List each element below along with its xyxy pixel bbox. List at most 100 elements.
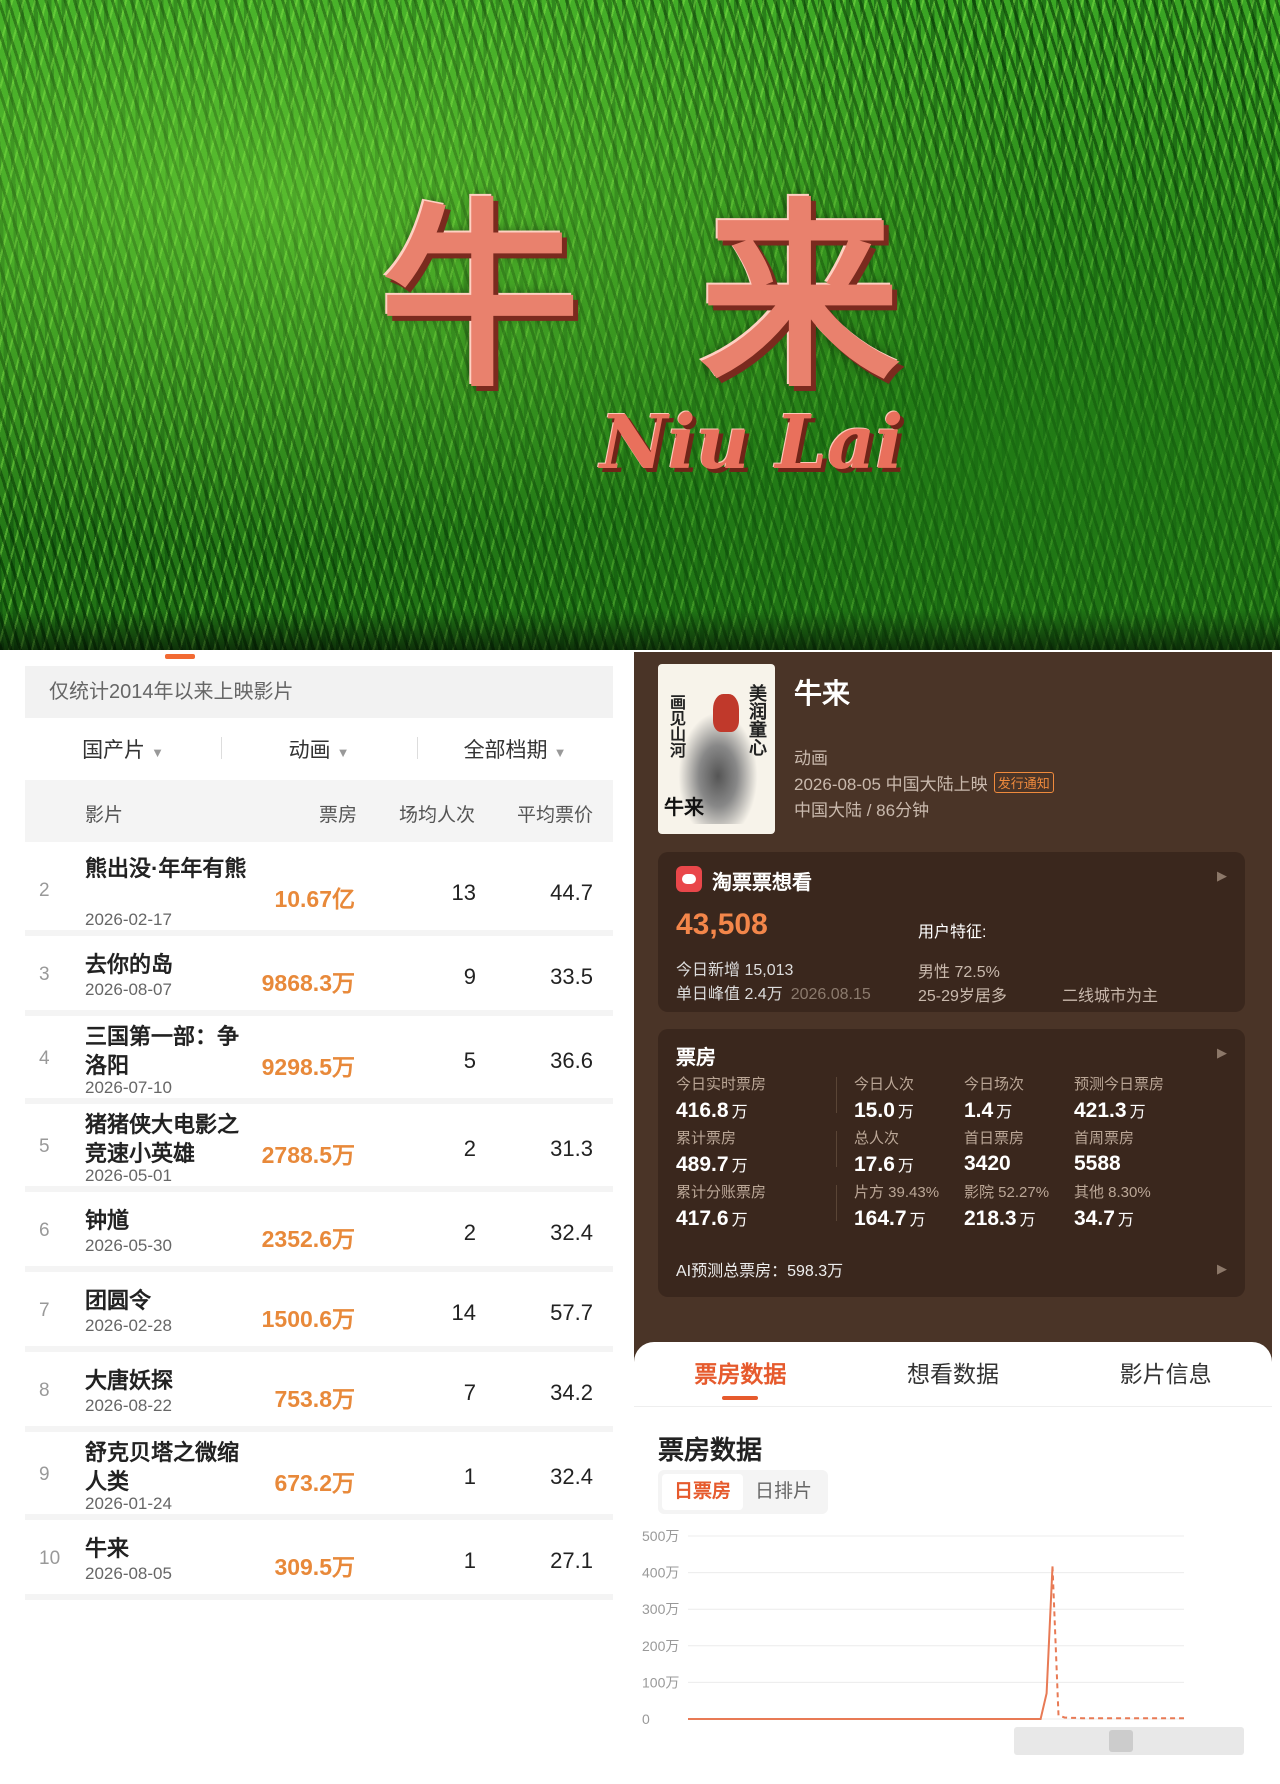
dropdown-arrow-icon: ▼ [553, 745, 567, 760]
row-film-name: 大唐妖探 [85, 1368, 174, 1393]
stat-number: 15.0 [854, 1099, 895, 1122]
user-age: 25-29岁居多 [918, 988, 1007, 1005]
table-row[interactable]: 7 团圆令 2026-02-28 1500.6万 14 57.7 [25, 1272, 613, 1352]
stat-unit: 万 [1117, 1212, 1134, 1229]
segment-control: 日票房 日排片 [658, 1470, 829, 1514]
table-row[interactable]: 10 牛来 2026-08-05 309.5万 1 27.1 [25, 1520, 613, 1600]
row-box-office: 753.8万 [274, 1386, 355, 1412]
row-film-name: 牛来 [85, 1536, 130, 1561]
movie-banner: 牛来 Niu Lai [0, 0, 1280, 650]
row-avg-per-show: 9 [463, 964, 476, 989]
stat-number: 3420 [964, 1152, 1011, 1175]
row-avg-per-show: 2 [463, 1220, 476, 1245]
want-peak: 单日峰值 2.4万 2026.08.15 [676, 980, 871, 1004]
row-avg-per-show: 14 [451, 1300, 476, 1325]
stat-number: 34.7 [1074, 1207, 1115, 1230]
box-office-stat: 首周票房 5588 [1074, 1127, 1134, 1176]
filter-season[interactable]: 全部档期 ▼ [417, 734, 613, 764]
row-rank: 3 [39, 964, 50, 985]
filter-genre-label: 动画 [288, 739, 331, 762]
user-gender: 男性 72.5% [918, 964, 1000, 981]
ai-prediction: AI预测总票房：598.3万 [676, 1263, 844, 1280]
table-row[interactable]: 5 猪猪侠大电影之竞速小英雄 2026-05-01 2788.5万 2 31.3 [25, 1104, 613, 1192]
chart-scrollbar[interactable] [1014, 1727, 1244, 1755]
box-office-card[interactable]: 票房 ▶ 今日实时票房 416.8 万今日人次 15.0 万今日场次 1.4 万预测今日票房… [658, 1029, 1245, 1297]
movie-genre: 动画 [794, 749, 828, 768]
stat-label: 累计票房 [676, 1130, 737, 1147]
row-avg-price: 44.7 [550, 880, 593, 905]
forecast-line [1051, 1566, 1184, 1720]
table-row[interactable]: 6 钟馗 2026-05-30 2352.6万 2 32.4 [25, 1192, 613, 1272]
row-avg-per-show: 2 [463, 1136, 476, 1161]
scrollbar-grip[interactable] [1109, 1730, 1133, 1752]
row-film-name: 去你的岛 [85, 952, 174, 977]
row-avg-price: 32.4 [550, 1220, 593, 1245]
row-release-date: 2026-08-05 [85, 1564, 172, 1583]
row-box-office: 9868.3万 [261, 970, 355, 996]
filter-region-label: 国产片 [82, 739, 146, 762]
poster-title: 牛来 [664, 795, 704, 819]
stat-value: 5588 [1074, 1152, 1134, 1176]
box-office-stat: 今日人次 15.0 万 [854, 1073, 914, 1123]
active-tab-indicator [165, 654, 195, 659]
row-release-date: 2026-08-07 [85, 980, 172, 999]
row-box-office: 2788.5万 [261, 1142, 355, 1168]
segment-daily-box-office[interactable]: 日票房 [662, 1474, 744, 1510]
table-row[interactable]: 2 熊出没·年年有熊 2026-02-17 10.67亿 13 44.7 [25, 848, 613, 936]
banner-title-cn: 牛来 [379, 180, 1020, 415]
table-row[interactable]: 9 舒克贝塔之微缩人类 2026-01-24 673.2万 1 32.4 [25, 1432, 613, 1520]
row-box-office: 2352.6万 [261, 1226, 355, 1252]
stat-label: 累计分账票房 [676, 1184, 767, 1201]
movie-detail-panel: 美润童心 画见山河 牛来 牛来 动画 2026-08-05 中国大陆上映 发行通知… [634, 652, 1272, 1784]
release-notice-badge[interactable]: 发行通知 [993, 772, 1054, 793]
header-avg-per-show[interactable]: 场均人次 [399, 800, 475, 827]
box-office-stat: 累计分账票房 417.6 万 [676, 1181, 766, 1231]
filter-genre[interactable]: 动画 ▼ [221, 734, 417, 764]
stat-label: 片方 39.43% [854, 1184, 940, 1201]
header-avg-price[interactable]: 平均票价 [517, 800, 593, 827]
box-office-stat: 片方 39.43% 164.7 万 [854, 1181, 939, 1231]
movie-release-text: 2026-08-05 中国大陆上映 [794, 775, 988, 794]
box-office-stat: 首日票房 3420 [964, 1127, 1024, 1176]
stat-number: 489.7 [676, 1153, 729, 1176]
box-office-stat: 预测今日票房 421.3 万 [1074, 1073, 1164, 1123]
chevron-right-icon: ▶ [1217, 1261, 1227, 1276]
poster-text-b: 画见山河 [667, 694, 686, 758]
row-avg-price: 33.5 [550, 964, 593, 989]
stat-number: 421.3 [1074, 1099, 1127, 1122]
row-rank: 2 [39, 880, 50, 901]
table-row[interactable]: 3 去你的岛 2026-08-07 9868.3万 9 33.5 [25, 936, 613, 1016]
segment-daily-schedule[interactable]: 日排片 [743, 1474, 824, 1510]
stat-unit: 万 [731, 1158, 748, 1175]
header-box-office[interactable]: 票房 [319, 800, 357, 827]
tab-want-data[interactable]: 想看数据 [847, 1342, 1060, 1406]
ranking-note: 仅统计2014年以来上映影片 [25, 666, 613, 718]
filter-region[interactable]: 国产片 ▼ [25, 734, 221, 764]
tab-movie-info[interactable]: 影片信息 [1059, 1342, 1272, 1406]
box-office-stat: 累计票房 489.7 万 [676, 1127, 748, 1177]
row-rank: 6 [39, 1220, 50, 1241]
poster-red-figure [713, 694, 739, 732]
table-row[interactable]: 4 三国第一部：争洛阳 2026-07-10 9298.5万 5 36.6 [25, 1016, 613, 1104]
stat-number: 164.7 [854, 1207, 907, 1230]
filter-bar: 国产片 ▼ 动画 ▼ 全部档期 ▼ [25, 720, 613, 778]
row-rank: 9 [39, 1464, 50, 1485]
banner-shadow [0, 610, 1280, 650]
stat-value: 489.7 万 [676, 1152, 748, 1177]
stat-unit: 万 [731, 1212, 748, 1229]
user-features-heading: 用户特征: [918, 924, 987, 941]
stat-separator [836, 1077, 837, 1113]
stat-label: 今日场次 [964, 1076, 1025, 1093]
table-row[interactable]: 8 大唐妖探 2026-08-22 753.8万 7 34.2 [25, 1352, 613, 1432]
stat-value: 15.0 万 [854, 1098, 914, 1123]
movie-poster[interactable]: 美润童心 画见山河 牛来 [658, 664, 775, 834]
row-avg-price: 32.4 [550, 1464, 593, 1489]
tab-box-office-data[interactable]: 票房数据 [634, 1342, 847, 1406]
stat-value: 416.8 万 [676, 1098, 766, 1123]
want-to-see-card[interactable]: 淘票票想看 ▶ 43,508 今日新增 15,013 单日峰值 2.4万 2026… [658, 852, 1245, 1012]
movie-release: 2026-08-05 中国大陆上映 发行通知 [794, 770, 1054, 795]
row-box-office: 9298.5万 [261, 1054, 355, 1080]
stat-value: 164.7 万 [854, 1206, 939, 1231]
row-release-date: 2026-07-10 [85, 1078, 172, 1097]
row-film-name: 舒克贝塔之微缩人类 [85, 1440, 240, 1494]
